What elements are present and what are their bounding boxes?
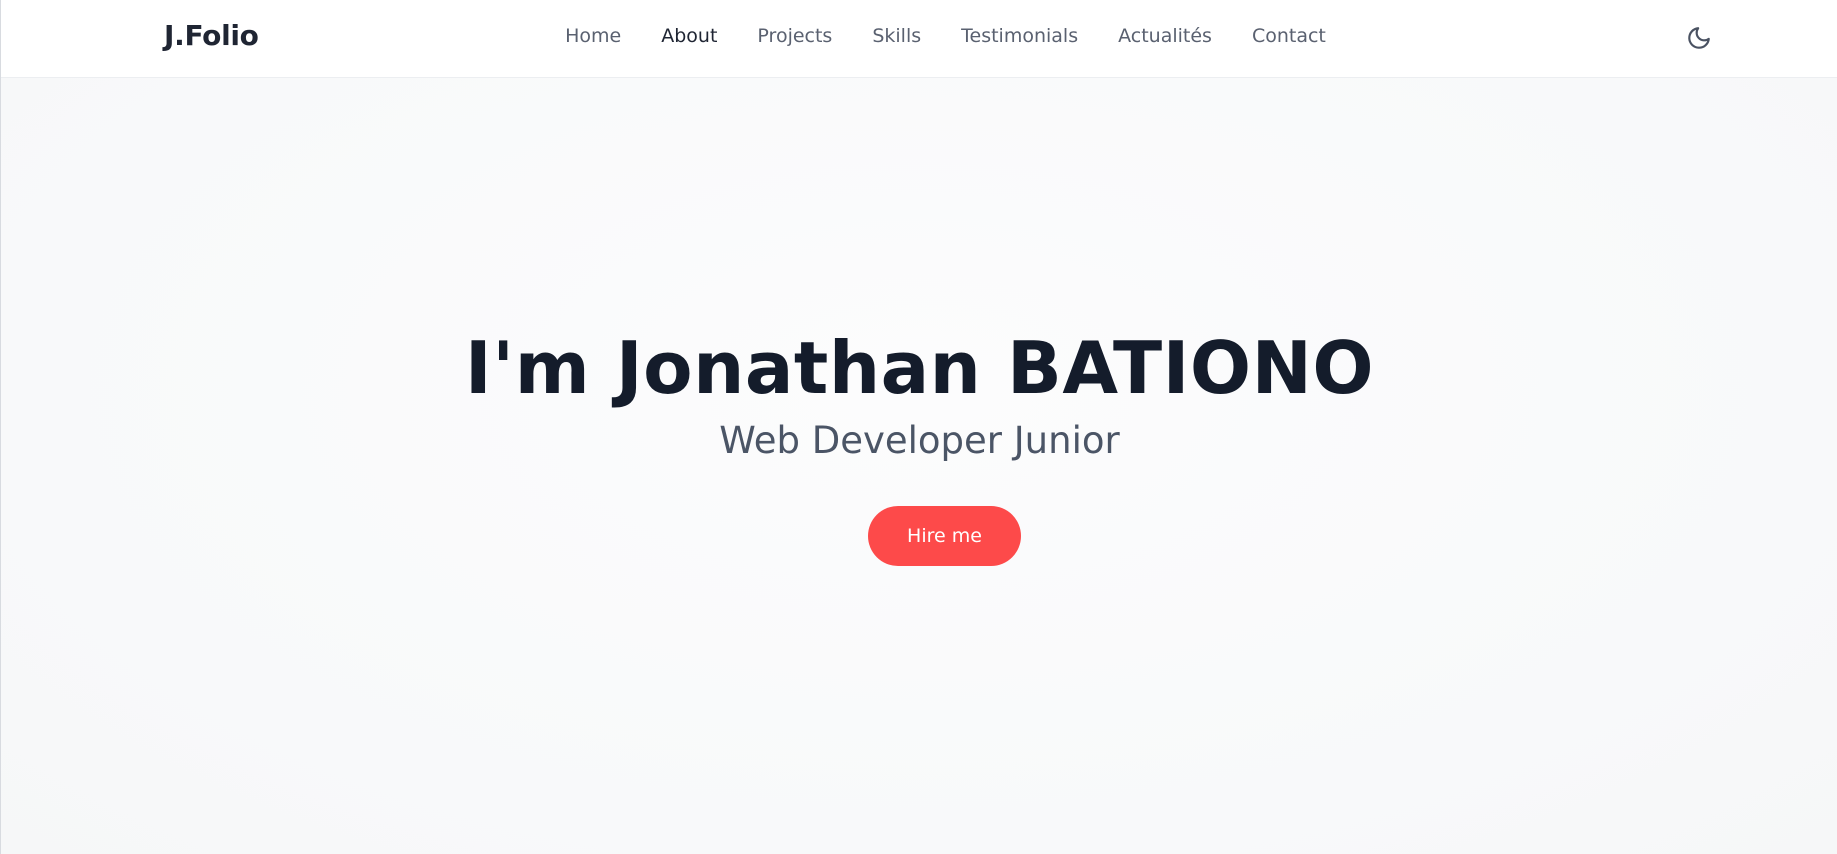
nav-link-about[interactable]: About xyxy=(661,24,717,48)
navbar: J.Folio Home About Projects Skills Testi… xyxy=(1,0,1837,78)
hero-title: I'm Jonathan BATIONO xyxy=(464,326,1375,410)
main-nav: Home About Projects Skills Testimonials … xyxy=(1,24,1837,48)
hero-subtitle: Web Developer Junior xyxy=(719,419,1120,462)
nav-link-testimonials[interactable]: Testimonials xyxy=(961,24,1078,48)
nav-link-actualites[interactable]: Actualités xyxy=(1118,24,1212,48)
nav-link-contact[interactable]: Contact xyxy=(1252,24,1326,48)
hero-section: I'm Jonathan BATIONO Web Developer Junio… xyxy=(1,78,1837,854)
page: J.Folio Home About Projects Skills Testi… xyxy=(0,0,1837,854)
nav-link-projects[interactable]: Projects xyxy=(757,24,832,48)
hire-me-button[interactable]: Hire me xyxy=(868,506,1021,566)
nav-link-skills[interactable]: Skills xyxy=(872,24,921,48)
theme-toggle-button[interactable] xyxy=(1684,23,1714,53)
nav-link-home[interactable]: Home xyxy=(565,24,621,48)
moon-icon xyxy=(1688,27,1710,49)
